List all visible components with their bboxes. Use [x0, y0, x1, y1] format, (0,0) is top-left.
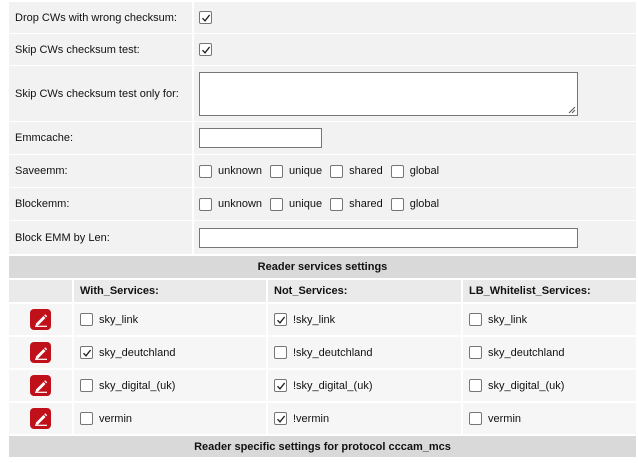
blockemm-shared-label: shared: [349, 198, 383, 210]
not-service-checkbox[interactable]: [274, 313, 287, 326]
saveemm-unique-label: unique: [289, 165, 323, 177]
reader-settings-form: Drop CWs with wrong checksum: Skip CWs c…: [0, 0, 638, 463]
blockemm-unique-checkbox[interactable]: [270, 197, 284, 211]
blockemm-len-input[interactable]: [199, 227, 578, 248]
services-section-title: Reader services settings: [9, 256, 636, 278]
not-service-label: !sky_link: [293, 313, 336, 326]
checkmark-icon: [276, 316, 285, 324]
blockemm-shared-checkbox[interactable]: [330, 197, 344, 211]
saveemm-global-label: global: [409, 165, 440, 177]
edit-service-button[interactable]: [30, 342, 51, 363]
lb-whitelist-service-checkbox[interactable]: [469, 346, 482, 359]
saveemm-options: unknown unique shared global: [194, 155, 636, 187]
checkmark-icon: [82, 349, 91, 357]
saveemm-label: Saveemm:: [9, 155, 194, 187]
pencil-edit-icon: [34, 412, 47, 426]
blockemm-label: Blockemm:: [9, 188, 194, 220]
saveemm-unique-checkbox[interactable]: [270, 164, 284, 178]
skip-only-for-row: Skip CWs checksum test only for:: [9, 66, 636, 121]
edit-service-button[interactable]: [30, 375, 51, 396]
saveemm-shared-checkbox[interactable]: [330, 164, 344, 178]
pencil-edit-icon: [34, 313, 47, 327]
service-row: vermin !vermin vermin: [9, 403, 636, 434]
checkmark-icon: [276, 382, 285, 390]
lb-whitelist-service-checkbox[interactable]: [469, 412, 482, 425]
service-row: sky_digital_(uk) !sky_digital_(uk) sky_d…: [9, 370, 636, 401]
lb-whitelist-service-label: sky_digital_(uk): [488, 379, 565, 392]
saveemm-unknown-checkbox[interactable]: [199, 164, 212, 178]
with-service-label: vermin: [99, 412, 133, 425]
with-service-label: sky_digital_(uk): [99, 379, 176, 392]
blockemm-global-label: global: [409, 198, 440, 210]
not-services-header: Not_Services:: [268, 280, 463, 302]
service-row: sky_link !sky_link sky_link: [9, 304, 636, 335]
skip-only-for-textarea[interactable]: [199, 71, 578, 116]
blockemm-global-checkbox[interactable]: [390, 197, 404, 211]
not-service-checkbox[interactable]: [274, 412, 287, 425]
with-service-checkbox[interactable]: [80, 379, 93, 392]
blockemm-options: unknown unique shared global: [194, 188, 636, 220]
pencil-edit-icon: [34, 346, 47, 360]
checkmark-icon: [276, 415, 285, 423]
emmcache-label: Emmcache:: [9, 122, 194, 154]
edit-service-button[interactable]: [30, 408, 51, 429]
services-header-row: With_Services: Not_Services: LB_Whitelis…: [9, 280, 636, 302]
drop-cws-label: Drop CWs with wrong checksum:: [9, 2, 194, 33]
saveemm-global-checkbox[interactable]: [390, 164, 404, 178]
service-row: sky_deutchland !sky_deutchland sky_deutc…: [9, 337, 636, 368]
resize-grip-icon[interactable]: [568, 106, 576, 114]
with-service-label: sky_deutchland: [99, 346, 176, 359]
saveemm-shared-label: shared: [349, 165, 383, 177]
protocol-section-title: Reader specific settings for protocol cc…: [9, 436, 636, 457]
not-service-checkbox[interactable]: [274, 346, 287, 359]
lb-whitelist-service-checkbox[interactable]: [469, 313, 482, 326]
with-services-header: With_Services:: [74, 280, 268, 302]
blockemm-unknown-checkbox[interactable]: [199, 197, 212, 211]
not-service-checkbox[interactable]: [274, 379, 287, 392]
not-service-label: !vermin: [293, 412, 330, 425]
skip-cws-label: Skip CWs checksum test:: [9, 34, 194, 65]
blockemm-len-row: Block EMM by Len:: [9, 221, 636, 254]
with-service-checkbox[interactable]: [80, 412, 93, 425]
edit-service-button[interactable]: [30, 309, 51, 330]
drop-cws-checkbox[interactable]: [199, 11, 212, 24]
skip-cws-checkbox[interactable]: [199, 43, 212, 56]
blockemm-len-label: Block EMM by Len:: [9, 221, 194, 254]
checkmark-icon: [201, 14, 210, 22]
emmcache-input[interactable]: [199, 128, 322, 148]
blockemm-unknown-label: unknown: [218, 198, 263, 210]
lb-whitelist-services-header: LB_Whitelist_Services:: [469, 285, 591, 297]
with-service-checkbox[interactable]: [80, 346, 93, 359]
with-service-checkbox[interactable]: [80, 313, 93, 326]
not-service-label: !sky_deutchland: [293, 346, 373, 359]
drop-cws-row: Drop CWs with wrong checksum:: [9, 2, 636, 33]
skip-only-for-label: Skip CWs checksum test only for:: [9, 66, 194, 121]
checkmark-icon: [201, 46, 210, 54]
lb-whitelist-service-label: sky_deutchland: [488, 346, 565, 359]
skip-cws-row: Skip CWs checksum test:: [9, 34, 636, 65]
lb-whitelist-service-label: vermin: [488, 412, 522, 425]
pencil-edit-icon: [34, 379, 47, 393]
blockemm-unique-label: unique: [289, 198, 323, 210]
not-service-label: !sky_digital_(uk): [293, 379, 373, 392]
blockemm-row: Blockemm: unknown unique shared global: [9, 188, 636, 220]
with-service-label: sky_link: [99, 313, 139, 326]
saveemm-unknown-label: unknown: [218, 165, 263, 177]
emmcache-row: Emmcache:: [9, 122, 636, 154]
lb-whitelist-service-label: sky_link: [488, 313, 528, 326]
saveemm-row: Saveemm: unknown unique shared global: [9, 155, 636, 187]
lb-whitelist-service-checkbox[interactable]: [469, 379, 482, 392]
